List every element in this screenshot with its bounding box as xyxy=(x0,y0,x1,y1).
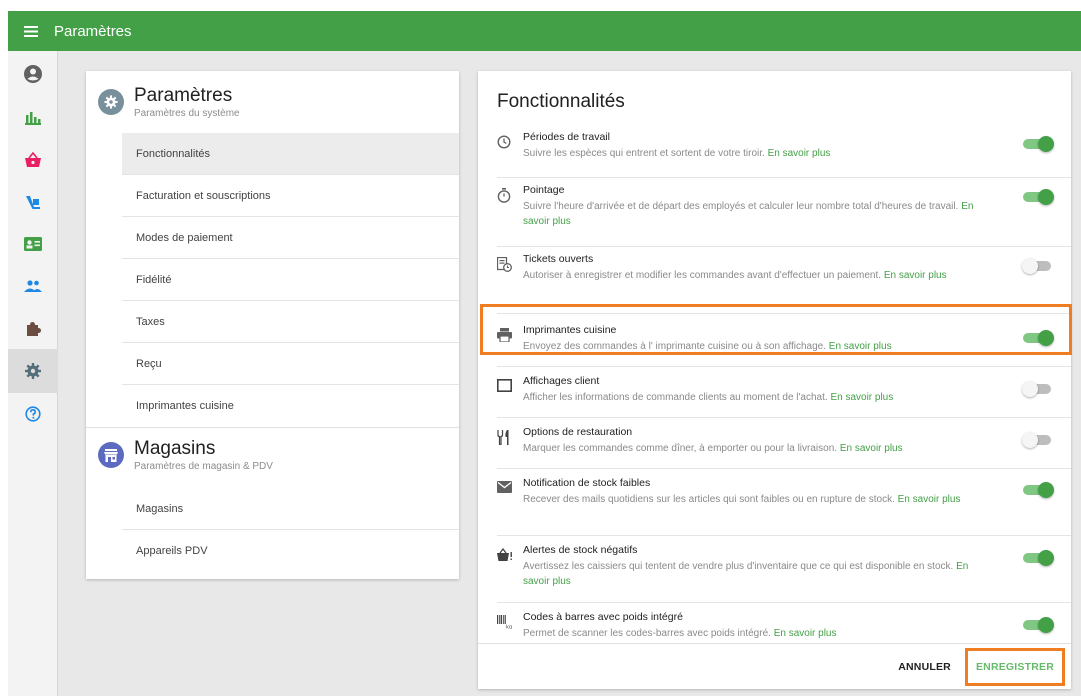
feature-name: Options de restauration xyxy=(523,426,633,438)
basket-alert-icon xyxy=(497,548,512,561)
help-icon xyxy=(25,406,41,422)
basket-icon xyxy=(25,152,41,167)
menu-item-pos-devices[interactable]: Appareils PDV xyxy=(122,530,459,572)
feature-row-open-tickets: Tickets ouverts Autoriser à enregistrer … xyxy=(478,247,1071,313)
feature-name: Codes à barres avec poids intégré xyxy=(523,611,683,623)
features-title: Fonctionnalités xyxy=(497,91,625,112)
feature-description: Afficher les informations de commande cl… xyxy=(523,392,828,403)
feature-description: Marquer les commandes comme dîner, à emp… xyxy=(523,443,838,454)
stores-settings-header: Magasins Paramètres de magasin & PDV xyxy=(86,428,459,488)
nav-reports[interactable] xyxy=(8,97,58,139)
feature-row-dining-options: Options de restauration Marquer les comm… xyxy=(478,418,1071,468)
utensils-icon xyxy=(497,430,509,445)
features-card: Fonctionnalités Périodes de travail Suiv… xyxy=(478,71,1071,689)
nav-sales[interactable] xyxy=(8,139,58,181)
feature-row-shifts: Périodes de travail Suivre les espèces q… xyxy=(478,131,1071,177)
settings-gear-icon xyxy=(98,89,124,115)
customers-icon xyxy=(24,280,42,292)
settings-menu-card: Paramètres Paramètres du système Fonctio… xyxy=(86,71,459,579)
feature-description: Permet de scanner les codes-barres avec … xyxy=(523,628,771,639)
display-icon xyxy=(497,379,512,392)
section-title: Paramètres xyxy=(134,85,233,106)
section-title: Magasins xyxy=(134,438,216,459)
store-icon xyxy=(98,442,124,468)
menu-item-features[interactable]: Fonctionnalités xyxy=(122,133,459,175)
toggle-timeclock[interactable] xyxy=(1023,189,1054,205)
open-ticket-icon xyxy=(497,257,512,272)
cancel-button[interactable]: ANNULER xyxy=(898,661,951,673)
learn-more-link[interactable]: En savoir plus xyxy=(830,392,893,403)
feature-name: Affichages client xyxy=(523,375,600,387)
feature-name: Alertes de stock négatifs xyxy=(523,544,638,556)
toggle-shifts[interactable] xyxy=(1023,136,1054,152)
feature-row-kitchen-printers: Imprimantes cuisine Envoyez des commande… xyxy=(478,314,1071,366)
top-app-bar: Paramètres xyxy=(8,11,1081,51)
card-footer: ANNULER ENREGISTRER xyxy=(478,643,1071,689)
feature-description: Suivre les espèces qui entrent et sorten… xyxy=(523,148,765,159)
nav-customers[interactable] xyxy=(8,265,58,307)
learn-more-link[interactable]: En savoir plus xyxy=(774,628,837,639)
feature-row-low-stock: Notification de stock faibles Recever de… xyxy=(478,469,1071,535)
settings-icon xyxy=(25,363,41,379)
employee-card-icon xyxy=(24,237,42,251)
feature-name: Périodes de travail xyxy=(523,131,610,143)
nav-account[interactable] xyxy=(8,51,58,97)
menu-item-stores[interactable]: Magasins xyxy=(122,488,459,530)
learn-more-link[interactable]: En savoir plus xyxy=(829,341,892,352)
toggle-open-tickets[interactable] xyxy=(1022,258,1053,274)
feature-name: Notification de stock faibles xyxy=(523,477,651,489)
learn-more-link[interactable]: En savoir plus xyxy=(884,270,947,281)
save-button[interactable]: ENREGISTRER xyxy=(964,647,1065,686)
feature-row-timeclock: Pointage Suivre l'heure d'arrivée et de … xyxy=(478,178,1071,246)
feature-name: Pointage xyxy=(523,184,565,196)
printer-icon xyxy=(497,328,512,342)
toggle-negative-stock[interactable] xyxy=(1023,550,1054,566)
feature-description: Autoriser à enregistrer et modifier les … xyxy=(523,270,882,281)
items-icon xyxy=(26,196,40,209)
learn-more-link[interactable]: En savoir plus xyxy=(898,494,961,505)
learn-more-link[interactable]: En savoir plus xyxy=(768,148,831,159)
feature-description: Avertissez les caissiers qui tentent de … xyxy=(523,561,954,572)
side-navigation xyxy=(8,51,58,696)
account-icon xyxy=(24,65,42,83)
toggle-kitchen-printers[interactable] xyxy=(1023,330,1054,346)
nav-settings[interactable] xyxy=(8,349,58,393)
toggle-weight-barcodes[interactable] xyxy=(1023,617,1054,633)
nav-help[interactable] xyxy=(8,393,58,435)
feature-name: Tickets ouverts xyxy=(523,253,594,265)
feature-description: Suivre l'heure d'arrivée et de départ de… xyxy=(523,201,959,212)
app-frame: Paramètres Paramètres Paramètres du syst… xyxy=(8,11,1081,696)
page-title: Paramètres xyxy=(54,22,132,40)
barcode-kg-icon: kg xyxy=(497,615,512,630)
menu-icon[interactable] xyxy=(8,11,54,51)
menu-item-loyalty[interactable]: Fidélité xyxy=(122,259,459,301)
clock-icon xyxy=(497,135,511,149)
mail-icon xyxy=(497,481,512,493)
toggle-customer-displays[interactable] xyxy=(1022,381,1053,397)
reports-icon xyxy=(25,112,41,125)
nav-items[interactable] xyxy=(8,181,58,223)
svg-text:kg: kg xyxy=(506,625,512,630)
learn-more-link[interactable]: En savoir plus xyxy=(840,443,903,454)
menu-item-kitchen-printers[interactable]: Imprimantes cuisine xyxy=(122,385,459,427)
stopwatch-icon xyxy=(497,188,511,203)
feature-name: Imprimantes cuisine xyxy=(523,324,617,336)
section-subtitle: Paramètres du système xyxy=(134,108,240,119)
menu-item-receipt[interactable]: Reçu xyxy=(122,343,459,385)
integrations-icon xyxy=(27,322,41,336)
feature-description: Envoyez des commandes à l' imprimante cu… xyxy=(523,341,826,352)
toggle-low-stock[interactable] xyxy=(1023,482,1054,498)
section-subtitle: Paramètres de magasin & PDV xyxy=(134,461,273,472)
toggle-dining-options[interactable] xyxy=(1022,432,1053,448)
feature-description: Recever des mails quotidiens sur les art… xyxy=(523,494,895,505)
feature-row-negative-stock: Alertes de stock négatifs Avertissez les… xyxy=(478,536,1071,602)
system-settings-header: Paramètres Paramètres du système xyxy=(86,71,459,133)
menu-item-billing[interactable]: Facturation et souscriptions xyxy=(122,175,459,217)
feature-row-customer-displays: Affichages client Afficher les informati… xyxy=(478,367,1071,417)
nav-employees[interactable] xyxy=(8,223,58,265)
menu-item-payment-types[interactable]: Modes de paiement xyxy=(122,217,459,259)
menu-item-taxes[interactable]: Taxes xyxy=(122,301,459,343)
nav-integrations[interactable] xyxy=(8,307,58,349)
